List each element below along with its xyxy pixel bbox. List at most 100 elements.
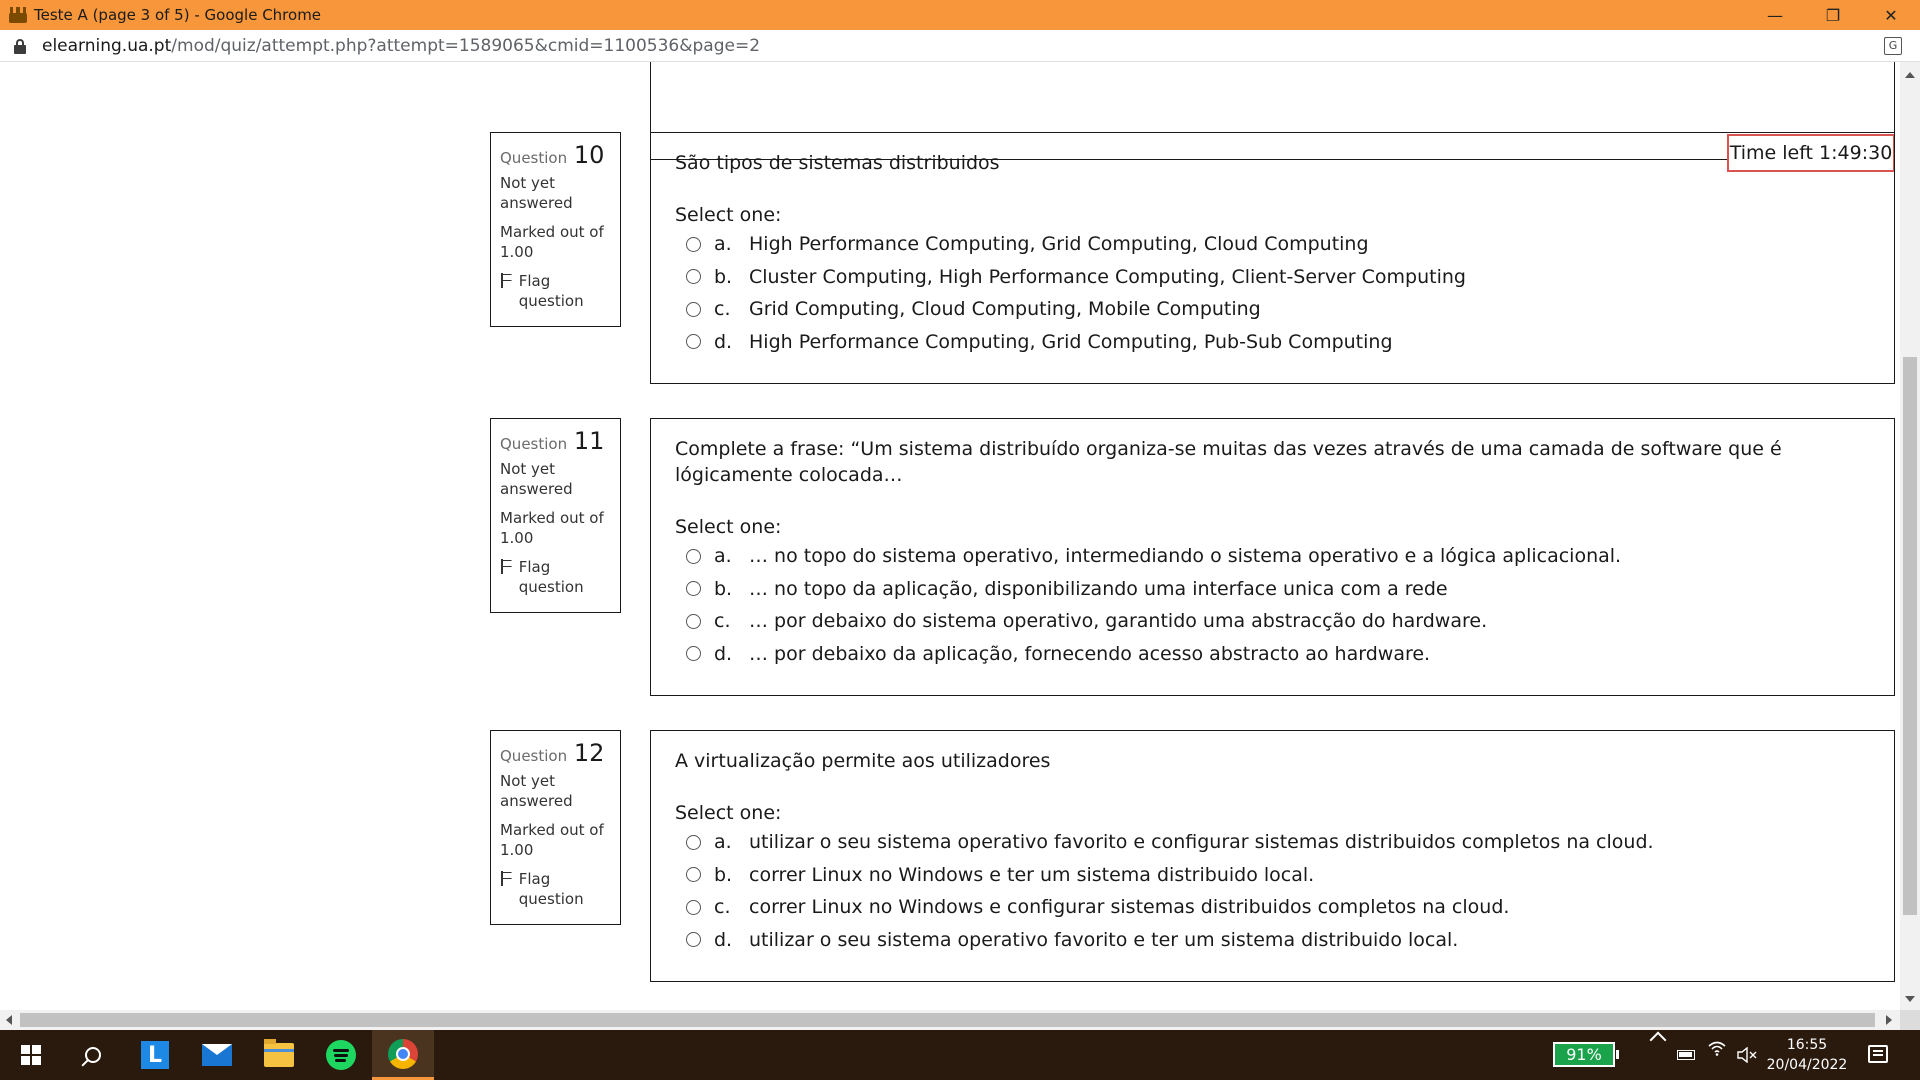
lock-icon[interactable] — [13, 39, 27, 54]
page-viewport: Time left 1:49:30 Question 10 Not yet an… — [0, 62, 1900, 1010]
scroll-corner — [1900, 1010, 1920, 1030]
flag-icon — [500, 871, 513, 887]
wifi-icon[interactable] — [1708, 1030, 1726, 1056]
radio-button[interactable] — [686, 613, 701, 629]
horizontal-scrollbar[interactable] — [0, 1010, 1900, 1030]
battery-percentage-badge[interactable]: 91% — [1553, 1042, 1619, 1067]
start-button[interactable] — [0, 1030, 62, 1080]
answer-option-d[interactable]: d.… por debaixo da aplicação, fornecendo… — [675, 638, 1870, 671]
radio-button[interactable] — [686, 834, 701, 850]
clock-time: 16:55 — [1786, 1037, 1828, 1053]
mail-icon — [202, 1044, 232, 1066]
l-app-icon: L — [141, 1041, 169, 1069]
answer-option-d[interactable]: d. High Performance Computing, Grid Compu… — [675, 326, 1870, 359]
taskbar-l-app[interactable]: L — [124, 1030, 186, 1080]
windows-logo-icon — [21, 1045, 41, 1065]
answer-option-c[interactable]: c. correr Linux no Windows e configurar s… — [675, 891, 1870, 924]
restore-button[interactable]: ❐ — [1804, 0, 1862, 30]
question-text: São tipos de sistemas distribuidos — [675, 152, 1000, 174]
vertical-scrollbar[interactable] — [1900, 62, 1920, 1010]
minimize-button[interactable]: — — [1746, 0, 1804, 30]
chevron-up-icon[interactable] — [1650, 1030, 1664, 1044]
taskbar-chrome[interactable] — [372, 1030, 434, 1080]
url-text[interactable]: elearning.ua.pt/mod/quiz/attempt.php?att… — [42, 36, 760, 56]
question-state: Not yet answered — [500, 174, 573, 212]
moodle-favicon-icon — [8, 5, 28, 25]
question-grade: Marked out of 1.00 — [500, 223, 604, 261]
answer-option-c[interactable]: c.… por debaixo do sistema operativo, ga… — [675, 605, 1870, 638]
answer-option-c[interactable]: c. Grid Computing, Cloud Computing, Mobil… — [675, 293, 1870, 326]
windows-taskbar: L 91% 16:55 20/04/2022 — [0, 1030, 1920, 1080]
radio-button[interactable] — [686, 867, 701, 883]
select-one-label: Select one: — [675, 516, 782, 538]
question-box-11: Complete a frase: “Um sistema distribuíd… — [650, 418, 1895, 696]
question-number: 10 — [573, 141, 605, 169]
clock-date: 20/04/2022 — [1766, 1057, 1848, 1073]
taskbar-mail[interactable] — [186, 1030, 248, 1080]
notifications-icon[interactable] — [1868, 1045, 1888, 1063]
radio-button[interactable] — [686, 581, 701, 597]
window-title: Teste A (page 3 of 5) - Google Chrome — [34, 6, 322, 24]
close-button[interactable]: ✕ — [1862, 0, 1920, 30]
question-number: 11 — [573, 427, 605, 455]
question-info-12: Question 12 Not yet answered Marked out … — [490, 730, 621, 925]
folder-icon — [264, 1039, 294, 1067]
select-one-label: Select one: — [675, 204, 782, 226]
answer-option-a[interactable]: a. High Performance Computing, Grid Compu… — [675, 228, 1870, 261]
question-state: Not yet answered — [500, 772, 573, 810]
question-number: 12 — [573, 739, 605, 767]
question-grade: Marked out of 1.00 — [500, 509, 604, 547]
url-domain: elearning.ua.pt — [42, 36, 172, 56]
scroll-down-icon[interactable] — [1905, 996, 1915, 1002]
taskbar-search-button[interactable] — [62, 1030, 124, 1080]
question-number-label: Question 10 — [500, 141, 605, 169]
radio-button[interactable] — [686, 269, 701, 285]
answer-option-b[interactable]: b. Cluster Computing, High Performance Co… — [675, 261, 1870, 294]
scroll-left-icon[interactable] — [6, 1015, 12, 1025]
search-icon — [85, 1047, 101, 1063]
translate-icon[interactable]: G — [1884, 37, 1902, 55]
window-titlebar: Teste A (page 3 of 5) - Google Chrome — … — [0, 0, 1920, 30]
question-state: Not yet answered — [500, 460, 573, 498]
flag-icon — [500, 559, 513, 575]
question-info-10: Question 10 Not yet answered Marked out … — [490, 132, 621, 327]
chrome-icon — [388, 1038, 418, 1069]
flag-question-link[interactable]: Flag question — [500, 557, 611, 597]
scroll-up-icon[interactable] — [1905, 72, 1915, 78]
speaker-muted-icon[interactable] — [1737, 1030, 1757, 1080]
question-text: A virtualização permite aos utilizadores — [675, 750, 1051, 772]
taskbar-clock[interactable]: 16:55 20/04/2022 — [1762, 1035, 1852, 1075]
question-text: Complete a frase: “Um sistema distribuíd… — [675, 438, 1782, 486]
question-info-11: Question 11 Not yet answered Marked out … — [490, 418, 621, 613]
flag-question-link[interactable]: Flag question — [500, 869, 611, 909]
question-grade: Marked out of 1.00 — [500, 821, 604, 859]
spotify-icon — [326, 1040, 356, 1070]
flag-icon — [500, 273, 513, 289]
radio-button[interactable] — [686, 548, 701, 564]
address-bar[interactable]: elearning.ua.pt/mod/quiz/attempt.php?att… — [0, 30, 1920, 62]
question-box-12: A virtualização permite aos utilizadores… — [650, 730, 1895, 982]
vertical-scroll-thumb[interactable] — [1903, 357, 1917, 915]
radio-button[interactable] — [686, 301, 701, 317]
radio-button[interactable] — [686, 236, 701, 252]
url-path: /mod/quiz/attempt.php?attempt=1589065&cm… — [171, 36, 761, 56]
answer-option-d[interactable]: d. utilizar o seu sistema operativo favor… — [675, 924, 1870, 957]
horizontal-scroll-thumb[interactable] — [20, 1013, 1875, 1027]
radio-button[interactable] — [686, 334, 701, 350]
battery-icon[interactable] — [1677, 1030, 1695, 1080]
answer-option-b[interactable]: b.… no topo da aplicação, disponibilizan… — [675, 573, 1870, 606]
radio-button[interactable] — [686, 899, 701, 915]
question-box-10: São tipos de sistemas distribuidos Selec… — [650, 132, 1895, 384]
scroll-right-icon[interactable] — [1886, 1015, 1892, 1025]
answer-option-a[interactable]: a.… no topo do sistema operativo, interm… — [675, 540, 1870, 573]
radio-button[interactable] — [686, 646, 701, 662]
answer-option-b[interactable]: b. correr Linux no Windows e ter um siste… — [675, 859, 1870, 892]
question-number-label: Question 12 — [500, 739, 605, 767]
flag-question-link[interactable]: Flag question — [500, 271, 611, 311]
taskbar-file-explorer[interactable] — [248, 1030, 310, 1080]
answer-option-a[interactable]: a. utilizar o seu sistema operativo favor… — [675, 826, 1870, 859]
question-number-label: Question 11 — [500, 427, 605, 455]
radio-button[interactable] — [686, 932, 701, 948]
select-one-label: Select one: — [675, 802, 782, 824]
taskbar-spotify[interactable] — [310, 1030, 372, 1080]
